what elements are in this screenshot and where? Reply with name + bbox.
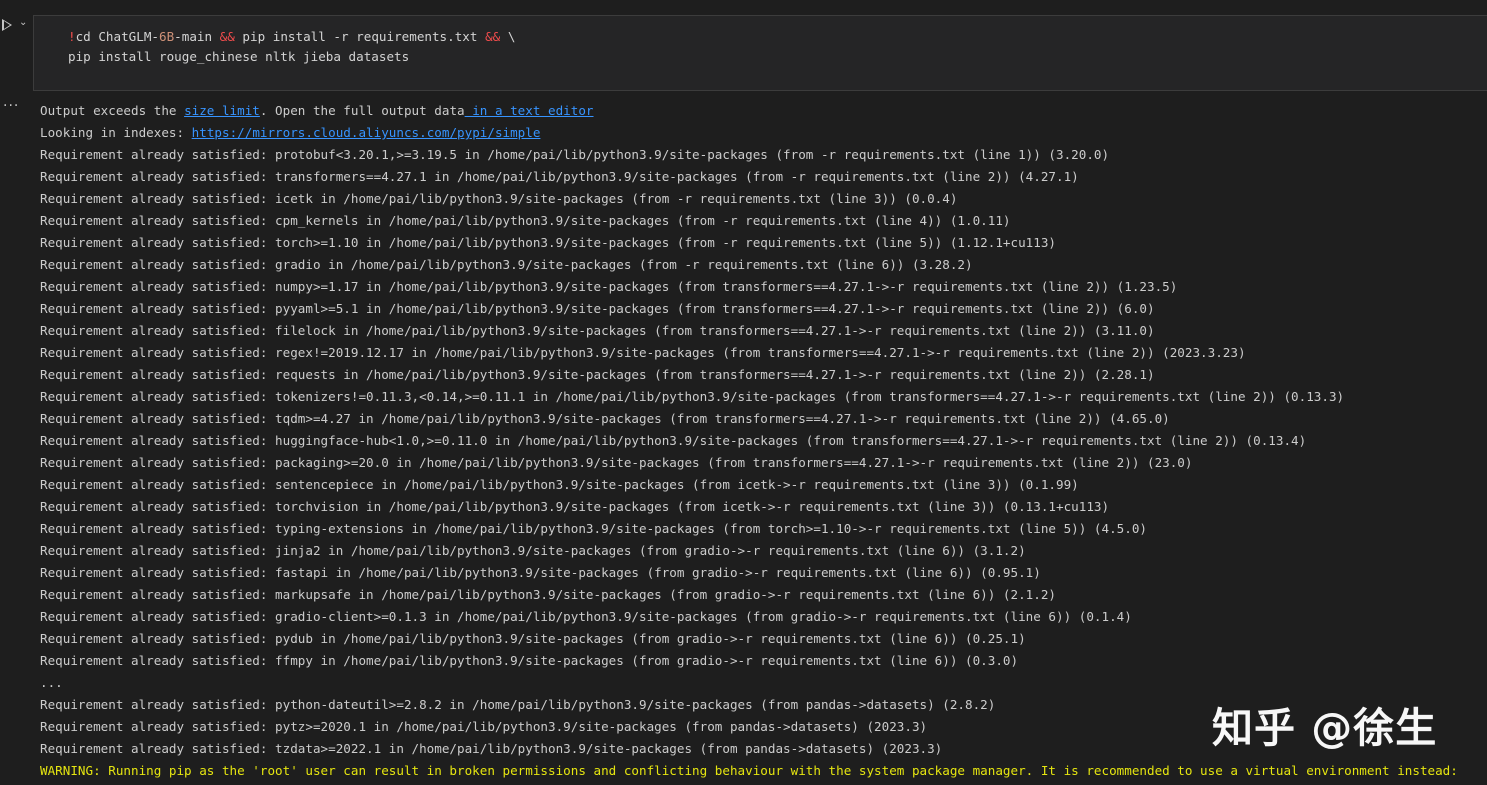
- requirement-line: Requirement already satisfied: protobuf<…: [40, 147, 1110, 162]
- index-prefix: Looking in indexes:: [40, 125, 192, 140]
- code-token: cd ChatGLM-: [75, 29, 159, 44]
- code-editor[interactable]: !cd ChatGLM-6B-main && pip install -r re…: [33, 15, 1487, 91]
- notebook-cell: ⌄ !cd ChatGLM-6B-main && pip install -r …: [0, 0, 1487, 785]
- watermark: 知乎 @徐生: [1212, 704, 1438, 752]
- requirement-line: Requirement already satisfied: sentencep…: [40, 477, 1079, 492]
- requirement-line: Requirement already satisfied: torchvisi…: [40, 499, 1110, 514]
- requirement-line: Requirement already satisfied: pyyaml>=5…: [40, 301, 1155, 316]
- size-limit-link[interactable]: size limit: [184, 103, 260, 118]
- size-notice-prefix: Output exceeds the: [40, 103, 185, 118]
- code-token: !: [68, 29, 76, 44]
- index-line: Looking in indexes: https://mirrors.clou…: [40, 122, 1487, 144]
- code-token: \: [500, 29, 516, 44]
- open-in-text-editor-link[interactable]: in a text editor: [465, 103, 593, 118]
- output-lines-before: Requirement already satisfied: protobuf<…: [40, 144, 1487, 672]
- requirement-line: Requirement already satisfied: requests …: [40, 367, 1155, 382]
- requirement-line: Requirement already satisfied: gradio in…: [40, 257, 973, 272]
- requirement-line: Requirement already satisfied: jinja2 in…: [40, 543, 1026, 558]
- size-notice-middle: . Open the full output data: [259, 103, 465, 118]
- code-token: pip install rouge_chinese nltk jieba dat…: [68, 49, 410, 64]
- requirement-line: Requirement already satisfied: ffmpy in …: [40, 653, 1019, 668]
- requirement-line: Requirement already satisfied: fastapi i…: [40, 565, 1041, 580]
- output-menu-icon[interactable]: ···: [3, 98, 19, 114]
- code-token: &&: [485, 29, 501, 44]
- run-cell-control[interactable]: ⌄: [0, 16, 32, 40]
- requirement-line: Requirement already satisfied: huggingfa…: [40, 433, 1307, 448]
- requirement-line: Requirement already satisfied: transform…: [40, 169, 1079, 184]
- truncation-marker: ...: [40, 675, 63, 690]
- requirement-line: Requirement already satisfied: regex!=20…: [40, 345, 1246, 360]
- requirement-line: Requirement already satisfied: typing-ex…: [40, 521, 1147, 536]
- requirement-line: Requirement already satisfied: filelock …: [40, 323, 1155, 338]
- requirement-line: Requirement already satisfied: markupsaf…: [40, 587, 1056, 602]
- requirement-line: Requirement already satisfied: packaging…: [40, 455, 1193, 470]
- cell-output: Output exceeds the size limit. Open the …: [40, 100, 1487, 782]
- index-url-link[interactable]: https://mirrors.cloud.aliyuncs.com/pypi/…: [192, 125, 541, 140]
- code-line-1: !cd ChatGLM-6B-main && pip install -r re…: [68, 28, 515, 46]
- requirement-line: Requirement already satisfied: gradio-cl…: [40, 609, 1132, 624]
- run-options-chevron-icon[interactable]: ⌄: [19, 17, 27, 28]
- requirement-line: Requirement already satisfied: cpm_kerne…: [40, 213, 1011, 228]
- requirement-line: Requirement already satisfied: icetk in …: [40, 191, 958, 206]
- code-line-2: pip install rouge_chinese nltk jieba dat…: [68, 48, 409, 66]
- requirement-line: Requirement already satisfied: torch>=1.…: [40, 235, 1056, 250]
- requirement-line: Requirement already satisfied: tqdm>=4.2…: [40, 411, 1170, 426]
- code-token: 6B: [159, 29, 175, 44]
- run-cell-button[interactable]: [2, 19, 12, 31]
- requirement-line: Requirement already satisfied: numpy>=1.…: [40, 279, 1178, 294]
- code-token: pip install -r requirements.txt: [234, 29, 486, 44]
- requirement-line: Requirement already satisfied: tokenizer…: [40, 389, 1345, 404]
- pip-root-warning: WARNING: Running pip as the 'root' user …: [40, 763, 1458, 778]
- requirement-line: Requirement already satisfied: pydub in …: [40, 631, 1026, 646]
- code-token: -main: [174, 29, 220, 44]
- code-token: &&: [219, 29, 235, 44]
- size-limit-notice: Output exceeds the size limit. Open the …: [40, 100, 1487, 122]
